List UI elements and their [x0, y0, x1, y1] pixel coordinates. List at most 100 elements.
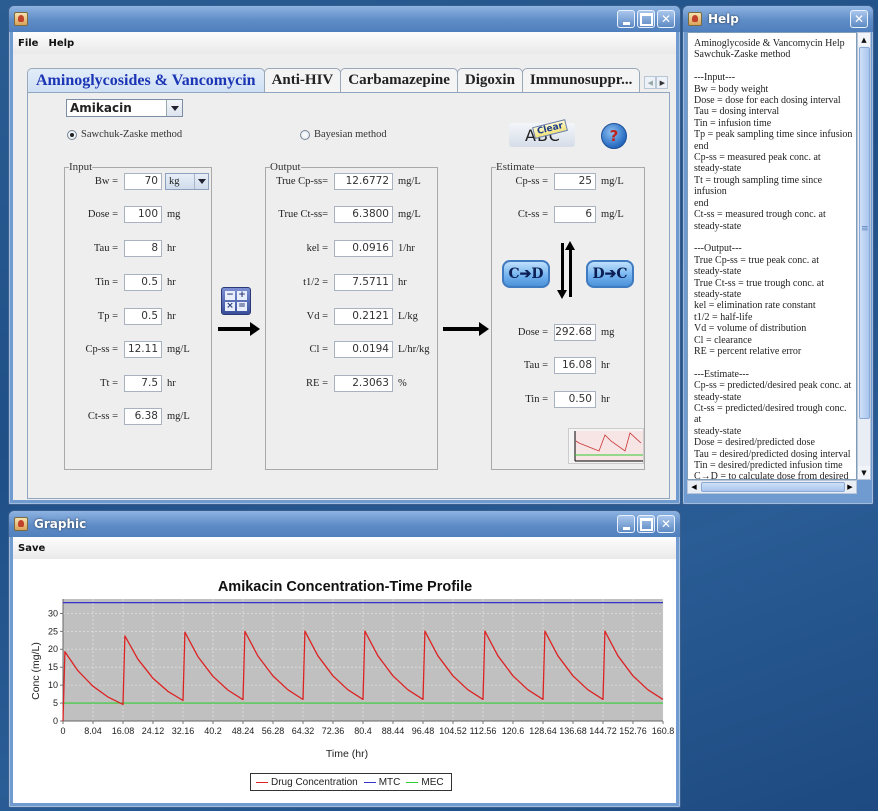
x-tick-label: 120.6	[502, 726, 525, 736]
legend-swatch	[406, 781, 419, 783]
menu-help[interactable]: Help	[43, 38, 79, 49]
field-input[interactable]: 0.2121	[334, 308, 393, 325]
unit-select[interactable]: kg	[165, 173, 209, 190]
field-input[interactable]: 7.5711	[334, 274, 393, 291]
field-input[interactable]: 2.3063	[334, 375, 393, 392]
field-unit: hr	[601, 360, 610, 371]
graphic-titlebar[interactable]: Graphic ✕	[9, 511, 680, 537]
x-tick-label: 0	[60, 726, 65, 736]
field-input[interactable]: 7.5	[124, 375, 162, 392]
field-row: Ct-ss = 6 mg/L	[494, 206, 624, 223]
menu-file[interactable]: File	[13, 38, 43, 49]
x-tick-label: 40.2	[204, 726, 222, 736]
field-input[interactable]: 0.5	[124, 274, 162, 291]
scroll-right-icon[interactable]: ▶	[844, 481, 856, 493]
maximize-button[interactable]	[637, 10, 655, 28]
x-tick-label: 80.4	[354, 726, 372, 736]
main-titlebar[interactable]: ✕	[9, 6, 680, 32]
scroll-down-icon[interactable]: ▼	[858, 466, 870, 479]
help-icon-button[interactable]: ?	[601, 123, 627, 149]
field-input[interactable]: 12.6772	[334, 173, 393, 190]
help-vertical-scrollbar[interactable]: ▲ ▼	[857, 32, 871, 480]
help-close-button[interactable]: ✕	[850, 10, 868, 28]
field-row: Tt = 7.5 hr	[68, 375, 176, 392]
help-text-area[interactable]: Aminoglycoside & Vancomycin Help Sawchuk…	[687, 32, 857, 480]
y-tick-label: 0	[53, 716, 58, 726]
field-input[interactable]: 6.38	[124, 408, 162, 425]
field-label: Tin =	[95, 277, 118, 288]
x-tick-label: 48.24	[232, 726, 255, 736]
field-unit: %	[398, 378, 407, 389]
minimize-button[interactable]	[617, 10, 635, 28]
field-input[interactable]: 70	[124, 173, 162, 190]
java-app-icon	[14, 12, 28, 26]
x-tick-label: 136.68	[559, 726, 587, 736]
field-input[interactable]: 0.50	[554, 391, 596, 408]
field-input[interactable]: 8	[124, 240, 162, 257]
times-icon: ×	[225, 301, 235, 311]
scroll-thumb[interactable]	[701, 482, 845, 492]
field-input[interactable]: 100	[124, 206, 162, 223]
field-input[interactable]: 0.0916	[334, 240, 393, 257]
graphic-menubar: Save	[13, 537, 676, 559]
help-titlebar[interactable]: Help ✕	[683, 6, 873, 32]
field-row: True Ct-ss= 6.3800 mg/L	[268, 206, 421, 223]
clear-button[interactable]: ABC Clear	[509, 119, 575, 147]
field-input[interactable]: 0.0194	[334, 341, 393, 358]
x-tick-label: 160.8	[652, 726, 675, 736]
legend-swatch	[363, 781, 376, 783]
field-label: Ct-ss =	[517, 209, 548, 220]
x-tick-label: 104.52	[439, 726, 467, 736]
radio-sawchuk-zaske[interactable]: Sawchuk-Zaske method	[67, 129, 182, 140]
radio-selected-icon	[67, 129, 77, 140]
radio-label: Sawchuk-Zaske method	[81, 129, 183, 140]
field-label: Cp-ss =	[515, 176, 548, 187]
field-unit: 1/hr	[398, 243, 415, 254]
close-button[interactable]: ✕	[657, 10, 675, 28]
maximize-button[interactable]	[637, 515, 655, 533]
field-input[interactable]: 292.68	[554, 324, 596, 341]
drug-select[interactable]: Amikacin	[66, 99, 183, 117]
tab-anti-hiv[interactable]: Anti-HIV	[263, 68, 342, 92]
tab-scroll-left-icon[interactable]: ◀	[644, 76, 657, 89]
field-label: Tin =	[525, 394, 548, 405]
field-row: Ct-ss = 6.38 mg/L	[68, 408, 190, 425]
tab-carbamazepine[interactable]: Carbamazepine	[340, 68, 458, 92]
close-button[interactable]: ✕	[657, 515, 675, 533]
dose-to-conc-button[interactable]: D➔C	[586, 260, 634, 288]
field-unit: mg	[601, 327, 615, 338]
tab-aminoglycosides[interactable]: Aminoglycosides & Vancomycin	[27, 68, 265, 92]
graph-thumbnail-button[interactable]	[568, 428, 644, 464]
field-input[interactable]: 16.08	[554, 357, 596, 374]
main-client-area: Aminoglycosides & Vancomycin Anti-HIV Ca…	[13, 54, 676, 500]
field-input[interactable]: 6.3800	[334, 206, 393, 223]
tab-digoxin[interactable]: Digoxin	[456, 68, 523, 92]
field-input[interactable]: 12.11	[124, 341, 162, 358]
calculate-button[interactable]: − + × =	[221, 287, 251, 315]
x-axis-label: Time (hr)	[326, 748, 368, 760]
tab-scroll-right-icon[interactable]: ▶	[656, 76, 669, 89]
field-unit: hr	[398, 277, 407, 288]
tab-immunosuppressants[interactable]: Immunosuppr...	[521, 68, 641, 92]
field-label: kel =	[306, 243, 328, 254]
scroll-left-icon[interactable]: ◀	[688, 481, 700, 493]
help-horizontal-scrollbar[interactable]: ◀ ▶	[687, 480, 857, 494]
field-input[interactable]: 25	[554, 173, 596, 190]
output-legend: Output	[270, 161, 301, 173]
conc-to-dose-button[interactable]: C➔D	[502, 260, 550, 288]
field-label: True Cp-ss=	[276, 176, 328, 187]
equals-icon: =	[237, 301, 247, 311]
field-input[interactable]: 6	[554, 206, 596, 223]
menu-save[interactable]: Save	[13, 543, 50, 554]
field-input[interactable]: 0.5	[124, 308, 162, 325]
arrow-right-icon	[443, 322, 489, 336]
field-unit: mg/L	[398, 176, 421, 187]
minimize-button[interactable]	[617, 515, 635, 533]
field-row: Tau = 16.08 hr	[494, 357, 610, 374]
scroll-up-icon[interactable]: ▲	[858, 33, 870, 46]
field-label: Tau =	[93, 243, 118, 254]
field-unit: mg/L	[601, 209, 624, 220]
c-to-d-label: C➔D	[508, 266, 544, 282]
radio-bayesian[interactable]: Bayesian method	[300, 129, 387, 140]
scroll-thumb[interactable]	[859, 47, 870, 419]
